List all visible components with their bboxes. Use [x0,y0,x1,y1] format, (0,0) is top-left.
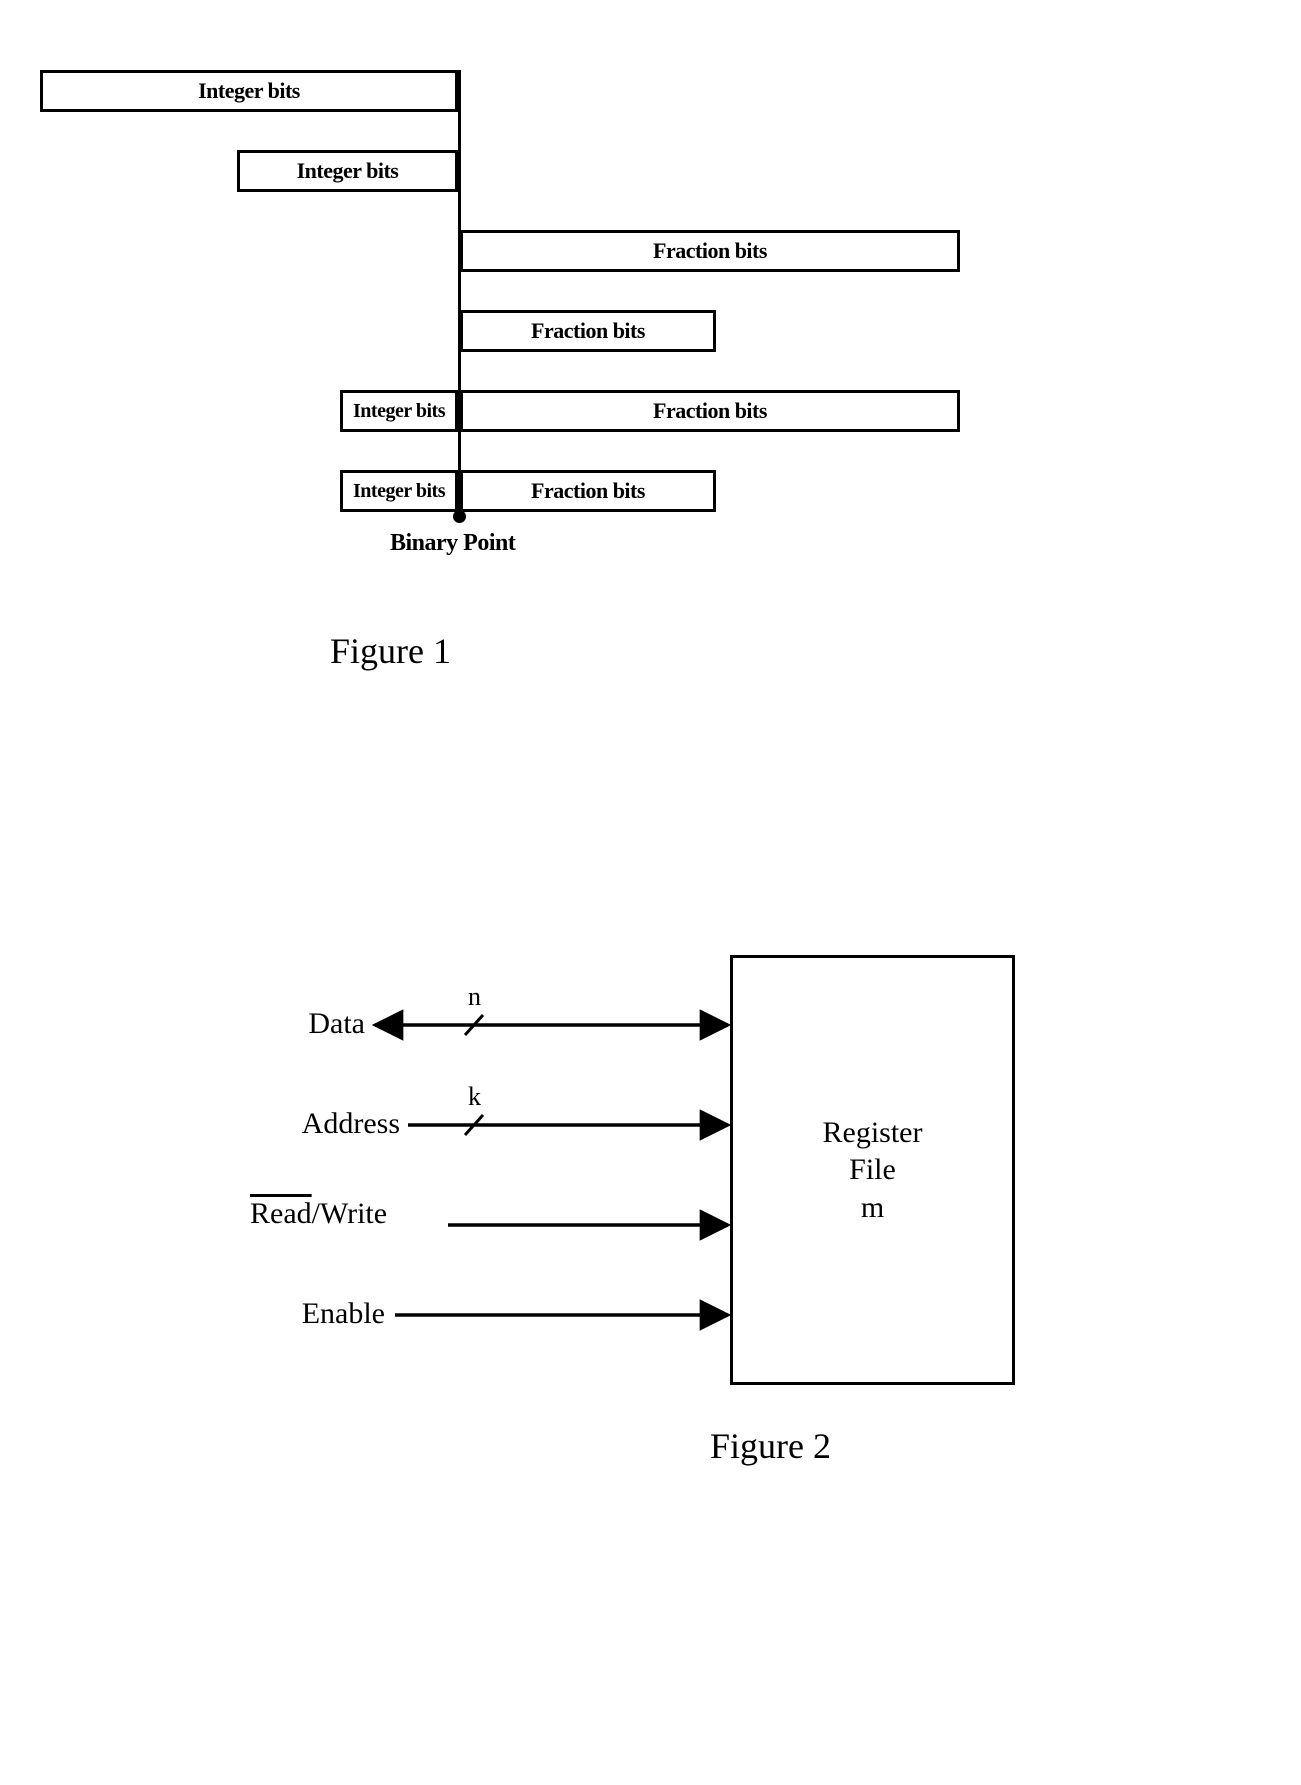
figure-1-caption: Figure 1 [330,630,451,672]
binary-point-line [458,70,461,515]
row5-fraction-bits-box: Fraction bits [460,390,960,432]
row2-label: Integer bits [297,158,399,184]
row6-integer-bits-box: Integer bits [340,470,458,512]
row5-frac-label: Fraction bits [653,398,767,424]
address-bus-width: k [468,1082,481,1111]
figure-2-wires: n k [250,955,1050,1385]
row2-integer-bits-box: Integer bits [237,150,458,192]
row6-int-label: Integer bits [353,480,445,503]
row5-integer-bits-box: Integer bits [340,390,458,432]
page: Integer bits Integer bits Fraction bits … [0,0,1301,1785]
row3-fraction-bits-box: Fraction bits [460,230,960,272]
data-bus-width: n [468,982,481,1011]
row6-frac-label: Fraction bits [531,478,645,504]
row3-label: Fraction bits [653,238,767,264]
row4-label: Fraction bits [531,318,645,344]
row1-integer-bits-box: Integer bits [40,70,458,112]
figure-1: Integer bits Integer bits Fraction bits … [40,70,1040,590]
binary-point-dot [453,510,466,523]
figure-2: Register File m Data Address Read/Write … [250,955,1050,1475]
row5-int-label: Integer bits [353,400,445,423]
figure-2-caption: Figure 2 [710,1425,831,1467]
row1-label: Integer bits [198,78,300,104]
row4-fraction-bits-box: Fraction bits [460,310,716,352]
row6-fraction-bits-box: Fraction bits [460,470,716,512]
binary-point-label: Binary Point [390,530,515,557]
